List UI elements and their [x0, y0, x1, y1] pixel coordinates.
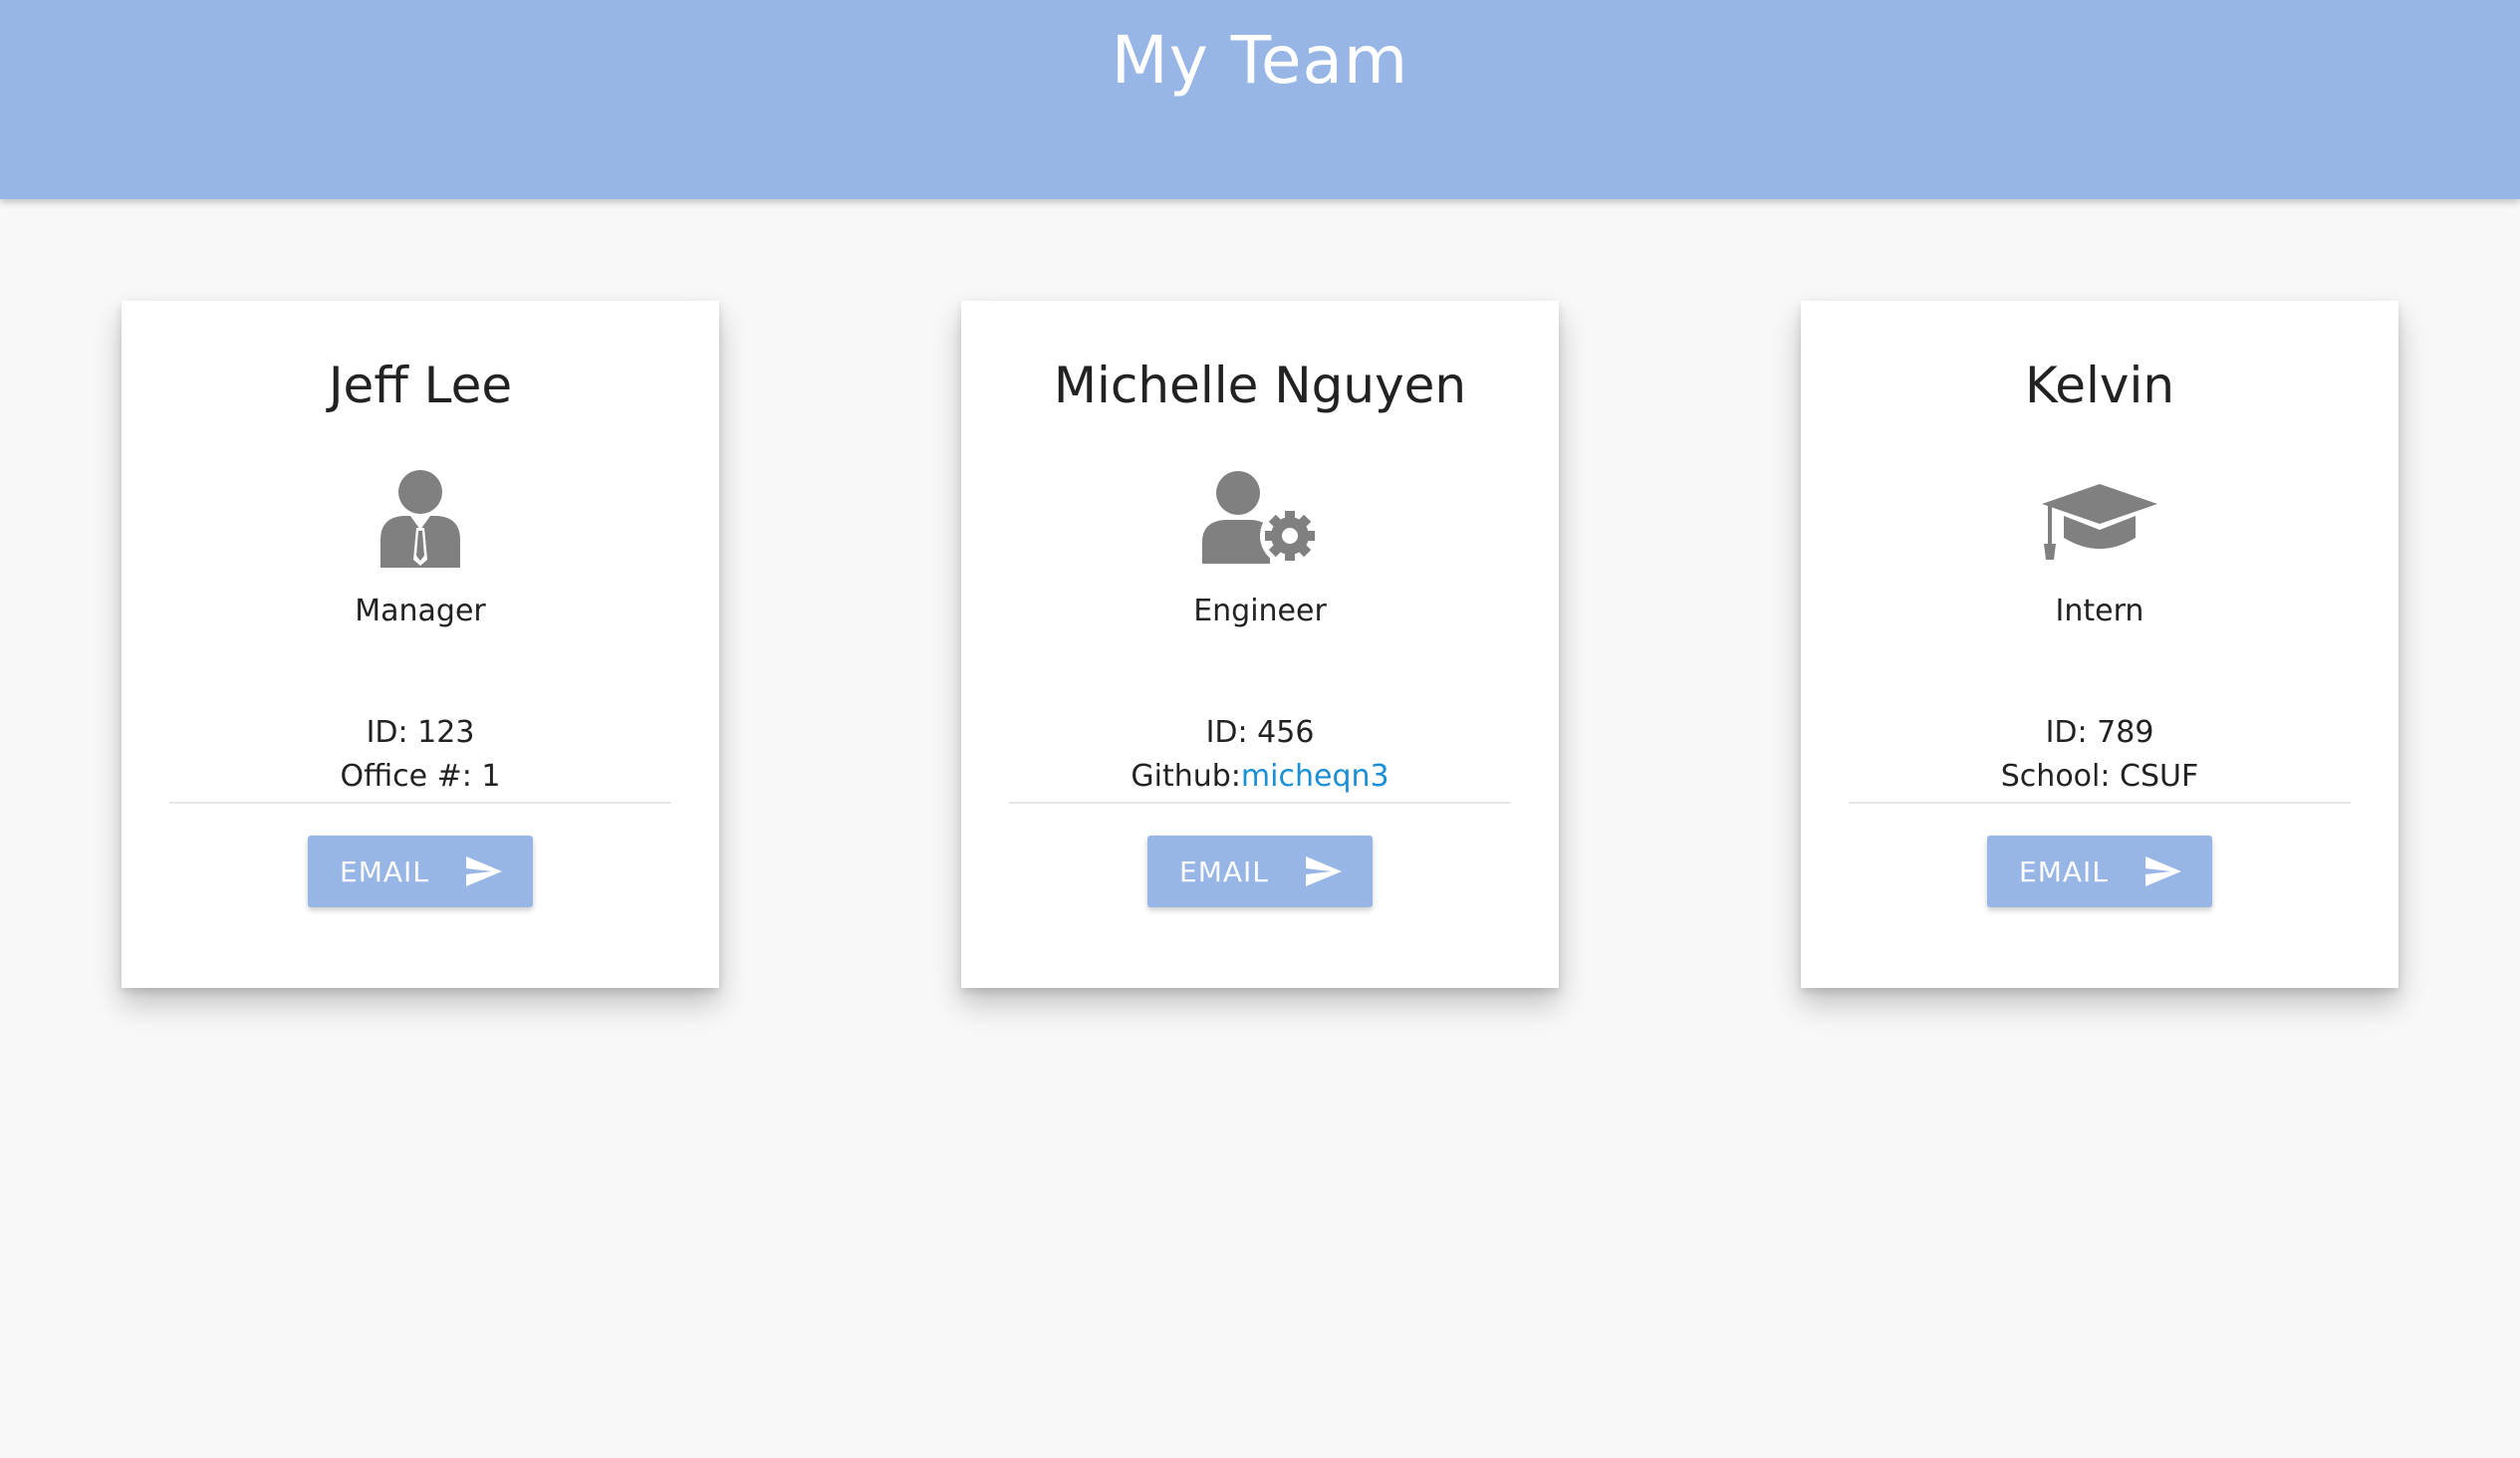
card-divider — [169, 802, 671, 804]
employee-name: Jeff Lee — [328, 357, 513, 414]
github-link[interactable]: micheqn3 — [1241, 759, 1389, 794]
employee-role: Intern — [2055, 594, 2144, 628]
page-header: My Team — [0, 0, 2520, 199]
employee-github: Github:micheqn3 — [961, 759, 1559, 794]
email-button-label: EMAIL — [1179, 855, 1269, 888]
send-icon — [2144, 855, 2182, 887]
email-button[interactable]: EMAIL — [1147, 836, 1373, 907]
employee-role: Engineer — [1193, 594, 1327, 628]
send-icon — [1305, 855, 1343, 887]
employee-id: ID: 789 — [2045, 715, 2154, 750]
team-cards: Jeff Lee Manager ID: 123 Office #: 1 EMA… — [0, 0, 2520, 1458]
employee-school: School: CSUF — [1801, 759, 2398, 794]
office-number-text: Office #: 1 — [340, 759, 501, 794]
employee-role: Manager — [355, 594, 486, 628]
graduation-cap-icon — [2030, 468, 2169, 568]
card-divider — [1849, 802, 2351, 804]
employee-name: Kelvin — [2024, 357, 2175, 414]
manager-icon — [351, 468, 490, 568]
employee-card: Michelle Nguyen Engineer ID: 456 Github:… — [961, 301, 1559, 988]
school-text: School: CSUF — [2000, 759, 2199, 794]
employee-id: ID: 456 — [1205, 715, 1315, 750]
email-button[interactable]: EMAIL — [308, 836, 533, 907]
page-title: My Team — [1111, 22, 1409, 99]
email-button-label: EMAIL — [2019, 855, 2109, 888]
send-icon — [465, 855, 503, 887]
card-divider — [1009, 802, 1511, 804]
email-button-label: EMAIL — [340, 855, 429, 888]
engineer-icon — [1190, 468, 1330, 568]
email-button[interactable]: EMAIL — [1987, 836, 2212, 907]
employee-name: Michelle Nguyen — [1053, 357, 1467, 414]
github-label: Github: — [1131, 759, 1241, 794]
employee-id: ID: 123 — [366, 715, 475, 750]
employee-card: Kelvin Intern ID: 789 School: CSUF EMAIL — [1801, 301, 2398, 988]
employee-card: Jeff Lee Manager ID: 123 Office #: 1 EMA… — [122, 301, 719, 988]
employee-office-number: Office #: 1 — [122, 759, 719, 794]
